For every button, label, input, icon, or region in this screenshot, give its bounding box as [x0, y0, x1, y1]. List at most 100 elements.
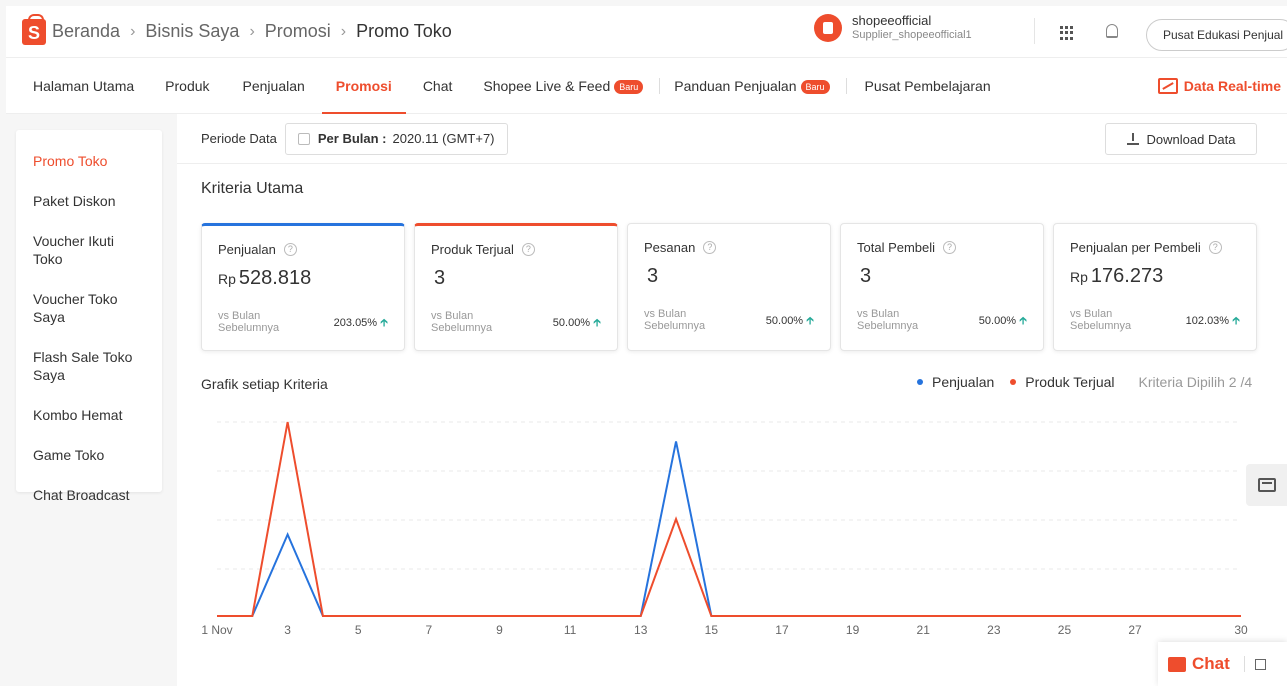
metric-title: Pesanan? [644, 240, 814, 255]
change-percent: 203.05% [333, 317, 378, 329]
realtime-data-link[interactable]: Data Real-time [1157, 58, 1281, 114]
help-icon[interactable]: ? [943, 241, 957, 254]
metric-value: 3 [857, 265, 1027, 288]
sidebar-item-kombo-hemat[interactable]: Kombo Hemat [16, 406, 162, 424]
section-title: Kriteria Utama [201, 180, 304, 197]
sidebar-item-voucher-ikuti-toko[interactable]: Voucher Ikuti Toko [16, 232, 162, 268]
metric-number: 3 [860, 265, 872, 287]
legend-item-penjualan[interactable]: Penjualan [917, 374, 994, 390]
metric-title-label: Penjualan per Pembeli [1070, 240, 1201, 255]
apps-grid-icon[interactable] [1060, 26, 1074, 40]
change-value: 203.05% 🡱 [334, 312, 388, 334]
help-icon[interactable]: ? [521, 243, 535, 256]
trend-chart-icon [1157, 78, 1178, 94]
chat-widget[interactable]: Chat [1158, 642, 1287, 686]
download-label: Download Data [1146, 131, 1236, 147]
metric-title: Total Pembeli? [857, 240, 1027, 255]
tab-promotion[interactable]: Promosi [321, 58, 406, 114]
tab-sales-guide[interactable]: Panduan Penjualan Baru [674, 58, 830, 114]
period-type: Per Bulan : [317, 131, 387, 146]
change-value: 50.00% 🡱 [553, 312, 601, 334]
download-data-button[interactable]: Download Data [1105, 123, 1257, 155]
shop-account[interactable]: shopeeofficial Supplier_shopeeofficial1 [814, 14, 972, 42]
metric-card[interactable]: Produk Terjual? 3 vs Bulan Sebelumnya 50.00… [414, 223, 618, 351]
calendar-icon [297, 132, 310, 145]
seller-education-button[interactable]: Pusat Edukasi Penjual [1146, 19, 1287, 51]
metric-card[interactable]: Pesanan? 3 vs Bulan Sebelumnya 50.00% 🡱 [627, 223, 831, 351]
metric-card[interactable]: Penjualan? Rp 528.818 vs Bulan Sebelumnya 20… [201, 223, 405, 351]
sidebar-item-voucher-toko-saya[interactable]: Voucher Toko Saya [16, 290, 162, 326]
metric-number: 3 [647, 265, 659, 287]
tab-learning-center[interactable]: Pusat Pembelajaran [865, 58, 991, 114]
metric-footer: vs Bulan Sebelumnya 203.05% 🡱 [218, 310, 388, 334]
divider [845, 77, 847, 94]
x-tick-label: 13 [634, 623, 648, 637]
metric-footer: vs Bulan Sebelumnya 102.03% 🡱 [1070, 308, 1240, 332]
comparison-label: vs Bulan Sebelumnya [644, 308, 706, 332]
breadcrumb-promotion[interactable]: Promosi [265, 21, 331, 42]
message-icon [1257, 478, 1276, 492]
sidebar-item-paket-diskon[interactable]: Paket Diskon [16, 192, 162, 210]
x-tick-label: 15 [705, 623, 719, 637]
tab-chat[interactable]: Chat [423, 58, 453, 114]
divider [1243, 656, 1245, 672]
tab-sales[interactable]: Penjualan [243, 58, 305, 114]
feedback-button[interactable] [1246, 464, 1287, 506]
breadcrumb-separator: › [340, 22, 347, 40]
expand-icon[interactable] [1254, 658, 1266, 670]
change-percent: 50.00% [765, 315, 804, 327]
metric-title: Penjualan? [218, 242, 388, 257]
sidebar-item-promo-toko[interactable]: Promo Toko [16, 152, 162, 170]
breadcrumb-business[interactable]: Bisnis Saya [145, 21, 239, 42]
tab-live-feed[interactable]: Shopee Live & Feed Baru [483, 58, 644, 114]
arrow-up-icon: 🡱 [1019, 314, 1027, 327]
comparison-label: vs Bulan Sebelumnya [1070, 308, 1132, 332]
tab-home[interactable]: Halaman Utama [33, 58, 134, 114]
tab-products[interactable]: Produk [165, 58, 209, 114]
metric-title-label: Pesanan [644, 240, 696, 255]
main-content: Periode Data Per Bulan : 2020.11 (GMT+7)… [177, 114, 1287, 686]
series-line-penjualan[interactable] [217, 441, 1241, 617]
legend-item-produk-terjual[interactable]: Produk Terjual [1010, 374, 1115, 390]
help-icon[interactable]: ? [1208, 241, 1222, 254]
legend-dot [917, 379, 923, 385]
sidebar-item-chat-broadcast[interactable]: Chat Broadcast [16, 486, 162, 504]
line-chart: 1 Nov 3 5 7 9 11 13 15 17 19 21 23 25 27 30 [201, 421, 1248, 637]
chart-legend: Penjualan Produk Terjual Kriteria Dipili… [917, 374, 1252, 390]
help-icon[interactable]: ? [703, 241, 717, 254]
x-tick-label: 7 [426, 623, 433, 637]
help-icon[interactable]: ? [283, 243, 297, 256]
metric-number: 176.273 [1090, 265, 1164, 287]
metric-card[interactable]: Total Pembeli? 3 vs Bulan Sebelumnya 50.00%… [840, 223, 1044, 351]
metric-value: 3 [431, 267, 601, 290]
criteria-selected[interactable]: Kriteria Dipilih 2 /4 [1139, 374, 1253, 390]
chat-label: Chat [1192, 654, 1230, 673]
x-tick-label: 17 [775, 623, 789, 637]
period-selector[interactable]: Per Bulan : 2020.11 (GMT+7) [284, 122, 508, 155]
metric-value: Rp 528.818 [218, 267, 388, 290]
metric-value: 3 [644, 265, 814, 288]
metric-title-label: Total Pembeli [857, 240, 936, 255]
shop-username: Supplier_shopeeofficial1 [852, 29, 972, 41]
series-line-produk-terjual[interactable] [217, 421, 1241, 617]
change-value: 102.03% 🡱 [1186, 310, 1240, 332]
x-tick-label: 23 [987, 623, 1001, 637]
metric-cards: Penjualan? Rp 528.818 vs Bulan Sebelumnya 20… [201, 223, 1257, 351]
breadcrumb: Beranda › Bisnis Saya › Promosi › Promo … [52, 21, 452, 42]
legend-label: Penjualan [932, 374, 995, 390]
change-percent: 50.00% [552, 317, 591, 329]
shop-avatar [814, 14, 842, 42]
chat-icon [1168, 656, 1186, 672]
metric-footer: vs Bulan Sebelumnya 50.00% 🡱 [431, 310, 601, 334]
x-tick-label: 11 [564, 623, 577, 637]
metric-title-label: Penjualan [218, 242, 276, 257]
sidebar-item-game-toko[interactable]: Game Toko [16, 446, 162, 464]
period-value: 2020.11 (GMT+7) [392, 131, 495, 146]
sidebar: Promo Toko Paket Diskon Voucher Ikuti To… [16, 130, 162, 503]
breadcrumb-home[interactable]: Beranda [52, 21, 120, 42]
shopee-logo-icon[interactable]: S [22, 13, 46, 45]
realtime-label: Data Real-time [1183, 78, 1281, 94]
metric-card[interactable]: Penjualan per Pembeli? Rp 176.273 vs Bulan … [1053, 223, 1257, 351]
sidebar-item-flash-sale[interactable]: Flash Sale Toko Saya [16, 348, 162, 384]
bell-icon[interactable] [1106, 24, 1118, 38]
